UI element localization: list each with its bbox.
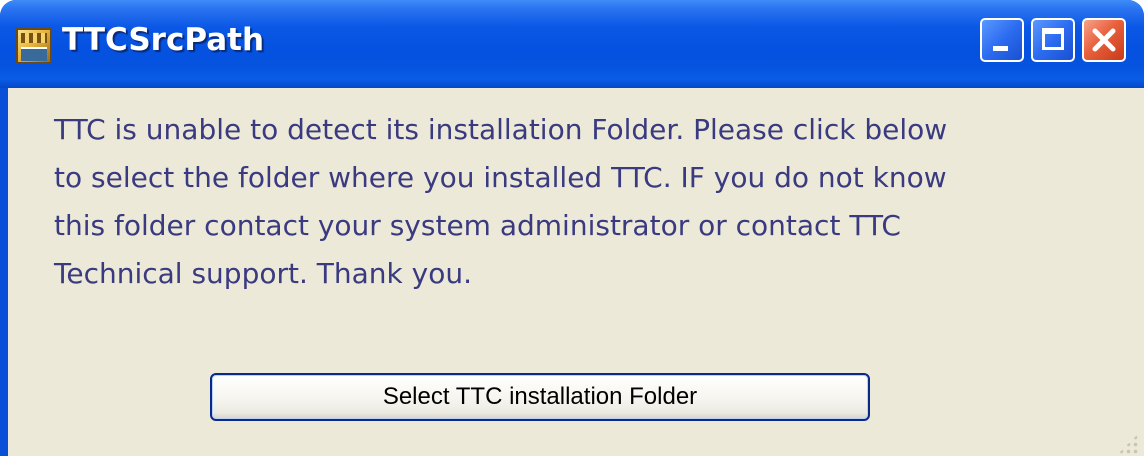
message-line: this folder contact your system administ… bbox=[54, 209, 901, 242]
app-icon[interactable] bbox=[16, 28, 52, 64]
window-title: TTCSrcPath bbox=[62, 22, 265, 58]
resize-grip[interactable] bbox=[1118, 434, 1138, 454]
select-folder-button[interactable]: Select TTC installation Folder bbox=[210, 373, 870, 421]
close-icon bbox=[1092, 28, 1116, 52]
title-bar[interactable]: TTCSrcPath bbox=[0, 0, 1144, 88]
message-line: TTC is unable to detect its installation… bbox=[54, 113, 948, 146]
dialog-window: TTCSrcPath TTC is unable to detect its i… bbox=[0, 0, 1144, 456]
message-text: TTC is unable to detect its installation… bbox=[54, 106, 1124, 298]
maximize-button[interactable] bbox=[1031, 18, 1075, 62]
minimize-button[interactable] bbox=[980, 18, 1024, 62]
close-button[interactable] bbox=[1082, 18, 1126, 62]
dialog-body: TTC is unable to detect its installation… bbox=[8, 88, 1144, 456]
maximize-icon bbox=[1042, 28, 1064, 50]
message-line: to select the folder where you installed… bbox=[54, 161, 947, 194]
message-line: Technical support. Thank you. bbox=[54, 257, 472, 290]
minimize-icon bbox=[993, 46, 1008, 51]
